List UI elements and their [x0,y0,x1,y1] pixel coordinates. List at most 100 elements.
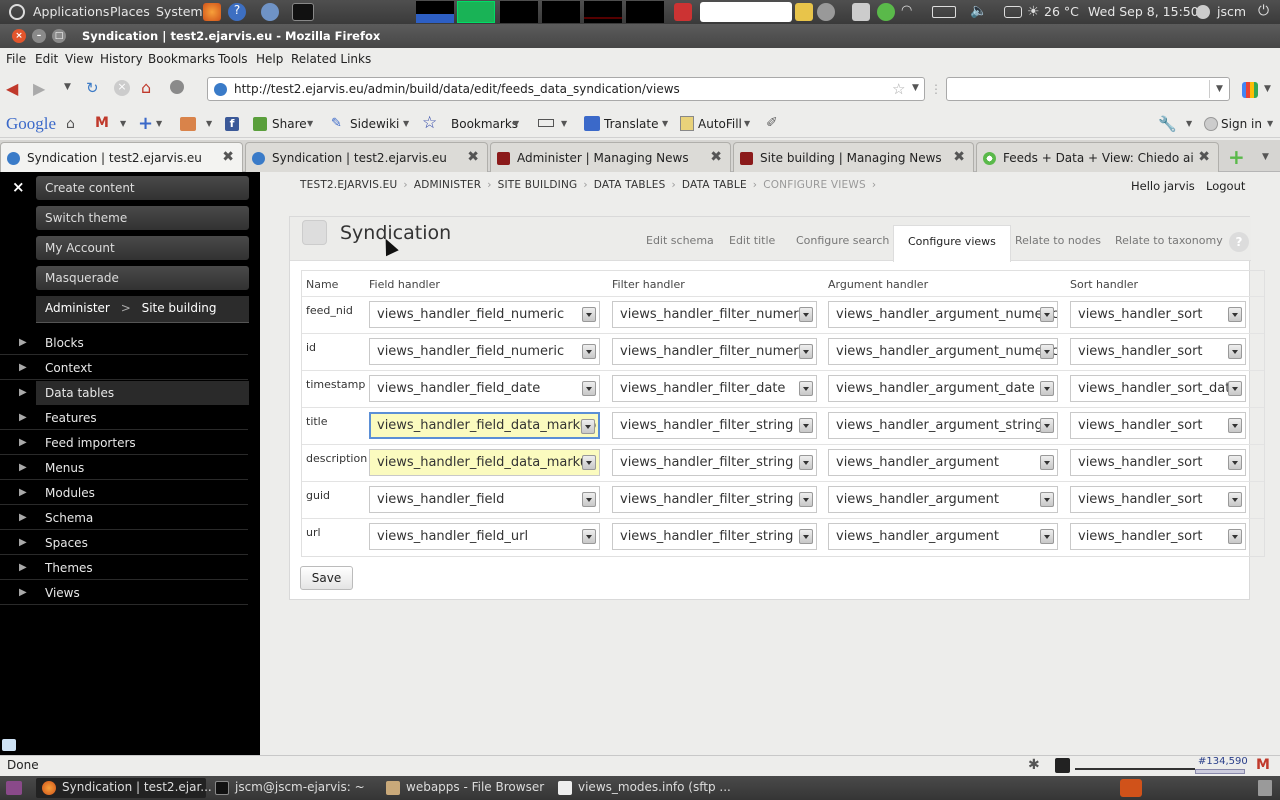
close-icon[interactable]: × [12,178,25,196]
history-dropdown-icon[interactable]: ▼ [64,82,71,92]
breadcrumb-link[interactable]: DATA TABLES [594,179,666,191]
google-search-icon[interactable] [1242,82,1258,98]
firebug-icon[interactable]: ✱ [1028,757,1040,773]
firefox-tray-icon[interactable] [1120,779,1142,797]
sidebar-item-data-tables[interactable]: ▶ Data tables [19,381,249,405]
sidebar-item-features[interactable]: ▶ Features [0,406,248,430]
ubuntu-logo-icon[interactable] [9,4,25,20]
autofill-icon[interactable] [680,116,694,131]
blogger-dropdown-icon[interactable]: ▼ [206,119,212,128]
taskbar-item-terminal[interactable]: jscm@jscm-ejarvis: ~ [209,778,374,798]
sidebar-item-themes[interactable]: ▶ Themes [0,556,248,580]
filter-handler-select[interactable]: views_handler_filter_numeric [612,301,817,328]
argument-handler-select[interactable]: views_handler_argument [828,523,1058,550]
menu-file[interactable]: File [6,52,26,66]
field-handler-select[interactable]: views_handler_field_numeric [369,338,600,365]
tab-edit-title[interactable]: Edit title [729,234,775,247]
battery-icon[interactable] [932,6,956,18]
share-dropdown-icon[interactable]: ▼ [307,119,313,128]
sidewiki-dropdown-icon[interactable]: ▼ [403,119,409,128]
highlighter-icon[interactable]: ✐ [766,115,778,131]
taskbar-item-editor[interactable]: views_modes.info (sftp ... [552,778,731,798]
update-check-icon[interactable] [877,3,895,21]
weather-sun-icon[interactable]: ☀ [1027,3,1045,21]
create-content-button[interactable]: Create content [36,176,249,200]
pidgin-launcher-icon[interactable] [261,3,279,21]
filter-handler-select[interactable]: views_handler_filter_string [612,486,817,513]
home-icon[interactable]: ⌂ [141,78,151,97]
signin-dropdown-icon[interactable]: ▼ [1267,119,1273,128]
translate-dropdown-icon[interactable]: ▼ [662,119,668,128]
close-window-icon[interactable]: × [12,29,26,43]
tab-configure-views[interactable]: Configure views [893,225,1011,262]
argument-handler-select[interactable]: views_handler_argument_date [828,375,1058,402]
rss-feed-icon[interactable]: ⋮ [930,82,942,96]
applications-menu[interactable]: Applications [33,4,109,19]
search-engine-dropdown-icon[interactable]: ▼ [1264,84,1271,94]
close-tab-icon[interactable]: ✖ [710,149,722,165]
field-handler-select[interactable]: views_handler_field_date [369,375,600,402]
system-menu[interactable]: System [156,4,203,19]
help-icon[interactable]: ? [1229,232,1249,252]
folder-icon[interactable] [795,3,813,21]
chat-status-icon[interactable] [852,3,870,21]
logout-link[interactable]: Logout [1206,179,1245,193]
argument-handler-select[interactable]: views_handler_argument_string [828,412,1058,439]
browser-tab[interactable]: Feeds + Data + View: Chiedo ai... ✖ [976,142,1219,172]
power-icon[interactable]: ⏻ [1258,3,1276,21]
menu-help[interactable]: Help [256,52,283,66]
panel-search-box[interactable] [700,2,792,22]
close-tab-icon[interactable]: ✖ [467,149,479,165]
wrench-dropdown-icon[interactable]: ▼ [1186,119,1192,128]
sort-handler-select[interactable]: views_handler_sort_date [1070,375,1246,402]
tab-list-dropdown-icon[interactable]: ▼ [1262,152,1269,162]
menu-history[interactable]: History [100,52,143,66]
share-icon[interactable] [253,117,267,131]
argument-handler-select[interactable]: views_handler_argument [828,449,1058,476]
bookmarks-dropdown-icon[interactable]: ▼ [513,119,519,128]
plus-dropdown-icon[interactable]: ▼ [156,119,162,128]
edit-note-icon[interactable] [2,739,16,751]
menu-related-links[interactable]: Related Links [291,52,371,66]
sort-handler-select[interactable]: views_handler_sort [1070,412,1246,439]
url-bar[interactable]: http://test2.ejarvis.eu/admin/build/data… [207,77,925,101]
back-arrow-icon[interactable]: ◀ [6,79,18,98]
masquerade-button[interactable]: Masquerade [36,266,249,290]
gmail-icon[interactable]: M [95,115,109,131]
google-logo[interactable]: Google [6,114,56,134]
trash-icon[interactable] [1258,780,1272,796]
filter-handler-select[interactable]: views_handler_filter_string [612,412,817,439]
sidebar-item-blocks[interactable]: ▶ Blocks [0,331,248,355]
sidebar-item-views[interactable]: ▶ Views [0,581,248,605]
popup-blocker-icon[interactable] [538,119,554,127]
sort-handler-select[interactable]: views_handler_sort [1070,338,1246,365]
argument-handler-select[interactable]: views_handler_argument_numeric [828,338,1058,365]
signin-icon[interactable] [1204,117,1218,131]
bookmark-star-icon[interactable]: ☆ [892,80,905,98]
mail-icon[interactable] [1004,6,1022,18]
sidewiki-button[interactable]: Sidewiki [350,117,399,131]
tab-relate-to-nodes[interactable]: Relate to nodes [1015,234,1101,247]
filter-handler-select[interactable]: views_handler_filter_string [612,523,817,550]
hello-user-link[interactable]: Hello jarvis [1131,179,1195,193]
sidebar-item-schema[interactable]: ▶ Schema [0,506,248,530]
browser-tab[interactable]: Syndication | test2.ejarvis.eu ✖ [245,142,488,172]
gmail-notifier-icon[interactable]: M [1256,757,1270,773]
firefox-launcher-icon[interactable] [203,3,221,21]
field-handler-select[interactable]: views_handler_field_numeric [369,301,600,328]
dictionary-icon[interactable] [674,3,692,21]
translate-icon[interactable] [584,116,600,131]
share-button[interactable]: Share [272,117,307,131]
gear-icon[interactable] [817,3,835,21]
terminal-launcher-icon[interactable] [292,3,314,21]
stop-icon[interactable]: × [114,80,130,96]
taskbar-item-firefox[interactable]: Syndication | test2.ejar... [36,778,212,798]
facebook-icon[interactable]: f [225,117,239,131]
breadcrumb-link[interactable]: ADMINISTER [414,179,481,191]
close-tab-icon[interactable]: ✖ [953,149,965,165]
field-handler-select[interactable]: views_handler_field_data_markup [369,412,600,439]
tab-relate-to-taxonomy[interactable]: Relate to taxonomy [1115,234,1223,247]
sort-handler-select[interactable]: views_handler_sort [1070,523,1246,550]
sort-handler-select[interactable]: views_handler_sort [1070,301,1246,328]
sidebar-item-modules[interactable]: ▶ Modules [0,481,248,505]
